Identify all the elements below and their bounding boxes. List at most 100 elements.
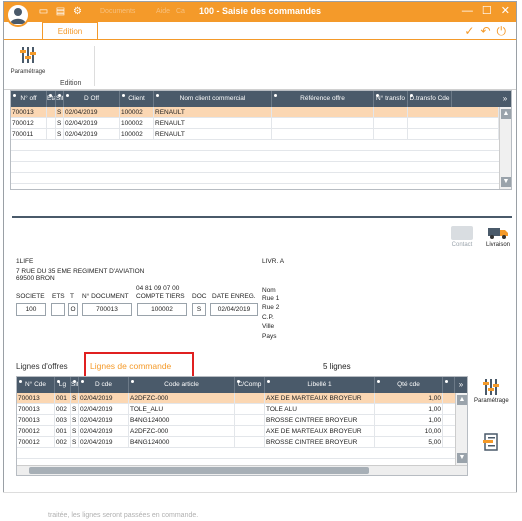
num-document-field[interactable]: 700013 bbox=[82, 303, 132, 316]
truck-icon bbox=[488, 228, 508, 239]
cell-date: 02/04/2019 bbox=[79, 404, 129, 415]
col-code-article[interactable]: Code article bbox=[129, 377, 235, 393]
scroll-down-icon[interactable]: ▼ bbox=[457, 453, 467, 463]
cell-name: RENAULT bbox=[154, 118, 272, 129]
col-n-cde[interactable]: N° Cde bbox=[17, 377, 55, 393]
title-bar: ▭ ▤ ⚙ Documents Aide Ca 100 - Saisie des… bbox=[4, 2, 516, 27]
cell-comp bbox=[235, 415, 265, 426]
column-chooser-icon[interactable]: » bbox=[499, 91, 511, 107]
tab-lignes-offres[interactable]: Lignes d'offres bbox=[16, 362, 68, 371]
col-sit[interactable]: Sit bbox=[71, 377, 79, 393]
date-enreg-field[interactable]: 02/04/2019 bbox=[210, 303, 258, 316]
t-field[interactable]: O bbox=[68, 303, 78, 316]
doc-field[interactable]: S bbox=[192, 303, 206, 316]
table-row[interactable]: 700013 S 02/04/2019 100002 RENAULT bbox=[11, 107, 499, 118]
col-lg[interactable]: Lg bbox=[55, 377, 71, 393]
cell-sit: S bbox=[56, 118, 64, 129]
cell-sit: S bbox=[71, 415, 79, 426]
client-name: 1LIFE bbox=[16, 258, 34, 265]
col-libelle[interactable]: Libellé 1 bbox=[265, 377, 375, 393]
offers-vertical-scrollbar[interactable]: ▲ ▼ bbox=[499, 107, 511, 189]
cell-cde: 700013 bbox=[17, 393, 55, 404]
validate-check-icon[interactable]: ✓ bbox=[464, 24, 474, 39]
order-lines-horizontal-scrollbar[interactable] bbox=[17, 465, 467, 475]
tab-edition[interactable]: Edition bbox=[42, 22, 98, 40]
scroll-up-icon[interactable]: ▲ bbox=[457, 395, 467, 405]
col-eta[interactable]: Eta bbox=[47, 91, 56, 107]
minimize-icon[interactable]: — bbox=[462, 5, 473, 18]
contact-card-icon bbox=[451, 226, 473, 240]
cell-cde: 700013 bbox=[17, 415, 55, 426]
cell-ref bbox=[272, 107, 374, 118]
scroll-down-icon[interactable]: ▼ bbox=[501, 177, 511, 187]
sliders-icon bbox=[483, 379, 499, 395]
empty-row bbox=[11, 162, 499, 173]
main-window: ▭ ▤ ⚙ Documents Aide Ca 100 - Saisie des… bbox=[3, 1, 517, 506]
cell-libelle: BROSSE CINTREE BROYEUR bbox=[265, 415, 375, 426]
col-n-off[interactable]: N° off bbox=[11, 91, 47, 107]
cell-comp bbox=[235, 393, 265, 404]
horizontal-scroll-thumb[interactable] bbox=[29, 467, 369, 474]
col-extra[interactable] bbox=[443, 377, 455, 393]
table-row[interactable]: 700012 001 S 02/04/2019 A2DFZC-000 AXE D… bbox=[17, 426, 455, 437]
table-row[interactable]: 700012 002 S 02/04/2019 B4NG124000 BROSS… bbox=[17, 437, 455, 448]
livraison-button[interactable]: Livraison bbox=[482, 226, 514, 248]
societe-field[interactable]: 100 bbox=[16, 303, 46, 316]
col-qte-cde[interactable]: Qté cde bbox=[375, 377, 443, 393]
ribbon-group-label: Edition bbox=[60, 80, 82, 87]
contact-label: Contact bbox=[451, 242, 473, 248]
col-d-cde[interactable]: D cde bbox=[79, 377, 129, 393]
label-ets: ETS bbox=[52, 293, 65, 300]
label-date-enreg: DATE ENREG. bbox=[212, 293, 256, 300]
col-reference-offre[interactable]: Référence offre bbox=[272, 91, 374, 107]
cell-libelle: BROSSE CINTREE BROYEUR bbox=[265, 437, 375, 448]
order-lines-parametrage-label: Paramétrage bbox=[474, 398, 509, 404]
table-row[interactable]: 700013 003 S 02/04/2019 B4NG124000 BROSS… bbox=[17, 415, 455, 426]
cell-ref bbox=[272, 118, 374, 129]
label-societe: SOCIETE bbox=[16, 293, 45, 300]
col-n-transfo[interactable]: N° transfo bbox=[374, 91, 408, 107]
table-row[interactable]: 700013 001 S 02/04/2019 A2DFZC-000 AXE D… bbox=[17, 393, 455, 404]
cell-date: 02/04/2019 bbox=[79, 426, 129, 437]
cell-comp bbox=[235, 437, 265, 448]
cell-libelle: AXE DE MARTEAUX BROYEUR bbox=[265, 393, 375, 404]
close-icon[interactable]: ✕ bbox=[501, 5, 510, 18]
compte-tiers-field[interactable]: 100002 bbox=[137, 303, 187, 316]
table-row[interactable]: 700012 S 02/04/2019 100002 RENAULT bbox=[11, 118, 499, 129]
column-chooser-icon[interactable]: » bbox=[455, 377, 467, 393]
label-t: T bbox=[70, 293, 74, 300]
order-lines-header: N° Cde Lg Sit D cde Code article C/Comp … bbox=[17, 377, 455, 393]
col-client[interactable]: Client bbox=[120, 91, 154, 107]
delivery-label-cp: C.P. bbox=[262, 314, 274, 321]
document-list-button[interactable] bbox=[480, 432, 502, 454]
table-row[interactable]: 700013 002 S 02/04/2019 TOLE_ALU TOLE AL… bbox=[17, 404, 455, 415]
parametrage-button[interactable]: Paramétrage bbox=[8, 46, 48, 75]
table-row[interactable]: 700011 S 02/04/2019 100002 RENAULT bbox=[11, 129, 499, 140]
cell-name: RENAULT bbox=[154, 107, 272, 118]
undo-icon[interactable]: ↶ bbox=[480, 24, 490, 39]
scroll-up-icon[interactable]: ▲ bbox=[501, 109, 511, 119]
empty-row bbox=[11, 173, 499, 184]
col-d-off[interactable]: D Off bbox=[64, 91, 120, 107]
ribbon-separator bbox=[94, 46, 95, 86]
document-list-icon bbox=[483, 433, 498, 451]
ets-field[interactable] bbox=[51, 303, 65, 316]
order-lines-parametrage-button[interactable]: Paramétrage bbox=[474, 378, 509, 404]
cell-date: 02/04/2019 bbox=[64, 107, 120, 118]
power-icon[interactable]: ⏻ bbox=[497, 24, 507, 39]
col-nom-client[interactable]: Nom client commercial bbox=[154, 91, 272, 107]
ribbon-actions: ✓ ↶ ⏻ bbox=[464, 24, 506, 39]
contact-button[interactable]: Contact bbox=[448, 226, 476, 248]
col-d-transfo[interactable]: D.transfo Cde bbox=[408, 91, 452, 107]
col-sit[interactable]: Sit bbox=[56, 91, 64, 107]
order-lines-vertical-scrollbar[interactable]: ▲ ▼ bbox=[455, 393, 467, 465]
cell-lg: 001 bbox=[55, 393, 71, 404]
cell-date: 02/04/2019 bbox=[79, 415, 129, 426]
cell-qte: 1,00 bbox=[375, 404, 443, 415]
ribbon: Paramétrage Edition bbox=[4, 40, 516, 90]
delivery-title: LIVR. A bbox=[262, 258, 285, 265]
col-c-comp[interactable]: C/Comp bbox=[235, 377, 265, 393]
maximize-icon[interactable]: ☐ bbox=[482, 5, 492, 18]
status-bar bbox=[3, 492, 517, 506]
cell-code: B4NG124000 bbox=[129, 415, 235, 426]
